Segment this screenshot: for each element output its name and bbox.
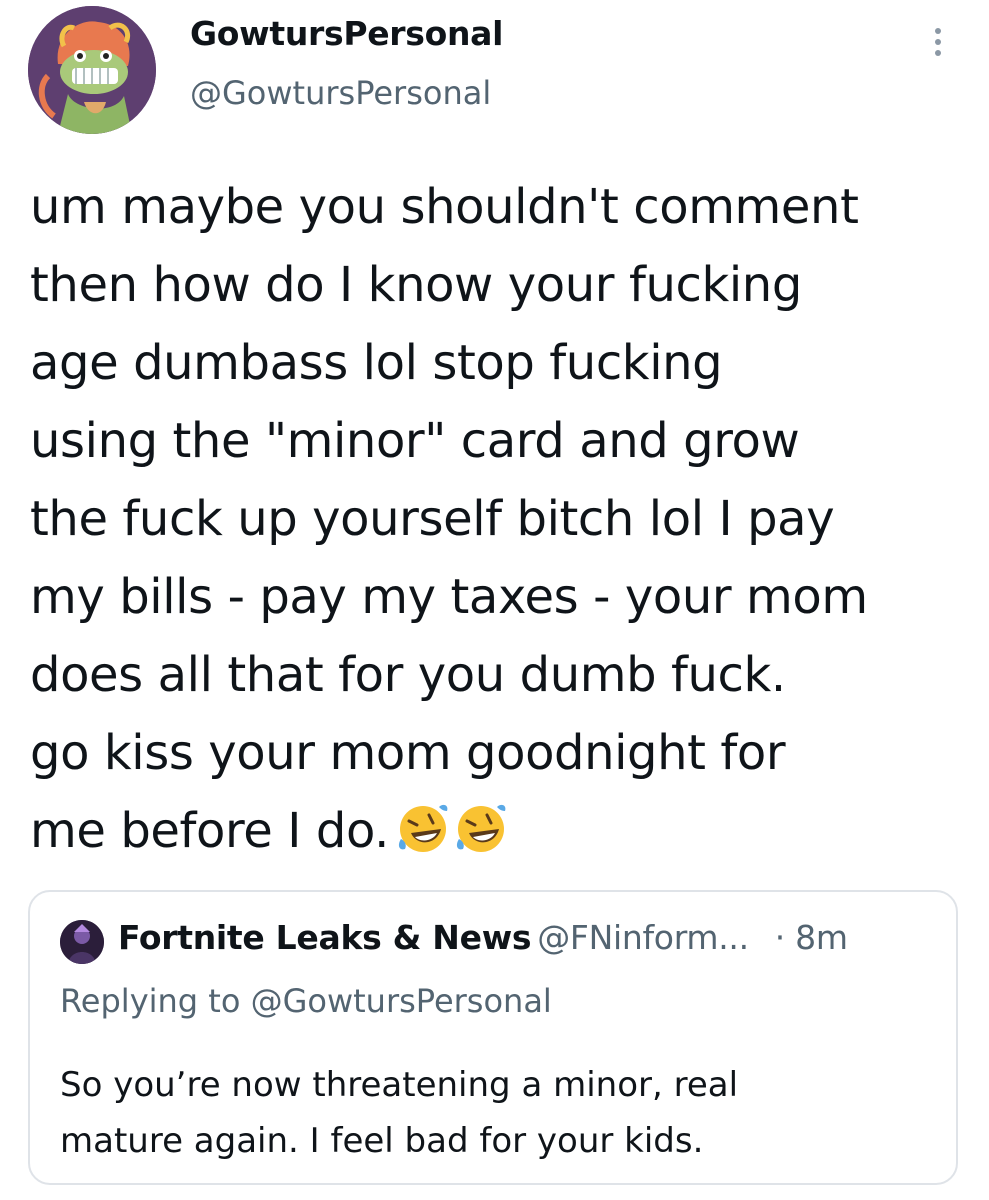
- more-options-icon: [935, 28, 941, 34]
- tweet-text-line: does all that for you dumb fuck.: [30, 647, 786, 703]
- quoted-tweet-text: So you’re now threatening a minor, real …: [60, 1057, 940, 1169]
- quoted-text-line: mature again. I feel bad for your kids.: [60, 1121, 704, 1161]
- quoted-user-handle[interactable]: @FNinform...: [537, 918, 749, 957]
- more-options-button[interactable]: [920, 20, 956, 64]
- user-avatar[interactable]: [28, 6, 156, 134]
- more-options-dot: [935, 50, 941, 56]
- more-options-dot: [935, 39, 941, 45]
- tweet-card: GowtursPersonal @GowtursPersonal um mayb…: [0, 0, 989, 1200]
- tweet-text-line: age dumbass lol stop fucking: [30, 335, 723, 391]
- quoted-timestamp[interactable]: · 8m: [775, 918, 848, 957]
- cartoon-avatar-icon: [28, 6, 156, 134]
- rolling-on-floor-laughing-emoji: [456, 804, 506, 852]
- quoted-tweet-header: Fortnite Leaks & News @FNinform... · 8m: [118, 918, 848, 957]
- replying-to-label[interactable]: Replying to @GowtursPersonal: [60, 982, 552, 1020]
- display-name[interactable]: GowtursPersonal: [190, 14, 503, 53]
- tweet-text-line-last: me before I do.: [30, 792, 975, 870]
- rolling-on-floor-laughing-emoji: [398, 804, 448, 852]
- tweet-text: um maybe you shouldn't comment then how …: [30, 168, 975, 870]
- tweet-text-line: my bills - pay my taxes - your mom: [30, 569, 868, 625]
- tweet-text-line: the fuck up yourself bitch lol I pay: [30, 491, 835, 547]
- quoted-user-avatar[interactable]: [60, 920, 104, 964]
- quoted-tweet[interactable]: Fortnite Leaks & News @FNinform... · 8m Re…: [28, 890, 958, 1185]
- tweet-text-line: me before I do.: [30, 803, 389, 859]
- fortnite-avatar-icon: [60, 920, 104, 964]
- tweet-text-line: go kiss your mom goodnight for: [30, 725, 786, 781]
- user-handle[interactable]: @GowtursPersonal: [190, 74, 491, 112]
- quoted-display-name[interactable]: Fortnite Leaks & News: [118, 918, 532, 957]
- quoted-text-line: So you’re now threatening a minor, real: [60, 1065, 739, 1105]
- tweet-text-line: then how do I know your fucking: [30, 257, 802, 313]
- tweet-text-line: using the "minor" card and grow: [30, 413, 800, 469]
- tweet-text-line: um maybe you shouldn't comment: [30, 179, 859, 235]
